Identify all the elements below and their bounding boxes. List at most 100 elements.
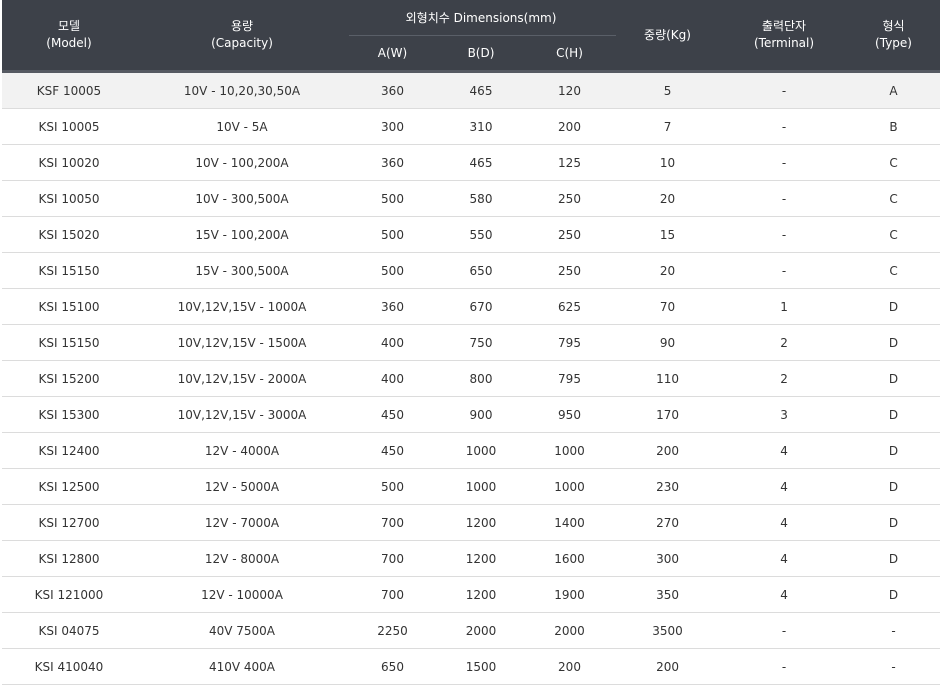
cell-weight: 10 — [614, 144, 722, 181]
cell-weight: 70 — [614, 288, 722, 325]
table-row: KSI 15300 10V,12V,15V - 3000A 450 900 950 170… — [2, 396, 941, 433]
cell-model: KSI 12700 — [2, 504, 136, 541]
cell-dim-c: 1400 — [525, 504, 615, 541]
table-row: KSI 15200 10V,12V,15V - 2000A 400 800 795 110… — [2, 360, 941, 397]
cell-dim-b: 1000 — [437, 468, 525, 505]
spec-table-container: 모델 (Model) 용량 (Capacity) 외형치수 Dimensions… — [2, 0, 941, 685]
cell-capacity: 12V - 8000A — [136, 540, 348, 577]
table-row: KSI 10020 10V - 100,200A 360 465 125 10- C — [2, 144, 941, 181]
cell-type: A — [847, 73, 941, 109]
cell-dim-b: 1000 — [437, 432, 525, 469]
cell-type: D — [847, 396, 941, 433]
cell-type: D — [847, 576, 941, 613]
table-row: KSF 10005 10V - 10,20,30,50A 360 465 120 5- A — [2, 73, 941, 109]
cell-dim-b: 800 — [437, 360, 525, 397]
header-model: 모델 (Model) — [2, 0, 136, 70]
cell-capacity: 10V,12V,15V - 1000A — [136, 288, 348, 325]
cell-dim-c: 625 — [525, 288, 615, 325]
cell-model: KSF 10005 — [2, 73, 136, 109]
cell-dim-b: 900 — [437, 396, 525, 433]
header-terminal: 출력단자 (Terminal) — [721, 0, 848, 70]
cell-terminal: 4 — [721, 540, 848, 577]
cell-type: D — [847, 504, 941, 541]
cell-weight: 3500 — [614, 612, 722, 649]
cell-dim-a: 500 — [348, 468, 437, 505]
cell-type: D — [847, 468, 941, 505]
cell-dim-a: 360 — [348, 73, 437, 109]
header-dim-b: B(D) — [437, 36, 525, 70]
cell-dim-a: 400 — [348, 324, 437, 361]
cell-capacity: 10V - 10,20,30,50A — [136, 73, 348, 109]
cell-dim-c: 200 — [525, 108, 615, 145]
table-body: KSF 10005 10V - 10,20,30,50A 360 465 120 5- A K… — [2, 73, 941, 685]
cell-type: - — [847, 648, 941, 685]
cell-capacity: 12V - 7000A — [136, 504, 348, 541]
cell-type: D — [847, 360, 941, 397]
cell-dim-b: 310 — [437, 108, 525, 145]
cell-weight: 200 — [614, 432, 722, 469]
table-row: KSI 15100 10V,12V,15V - 1000A 360 670 625 70 1… — [2, 288, 941, 325]
cell-terminal: - — [721, 144, 848, 181]
cell-weight: 90 — [614, 324, 722, 361]
cell-capacity: 10V,12V,15V - 1500A — [136, 324, 348, 361]
cell-dim-b: 750 — [437, 324, 525, 361]
header-model-en: (Model) — [46, 36, 92, 50]
cell-terminal: - — [721, 612, 848, 649]
table-row: KSI 121000 12V - 10000A 700 1200 1900 350 4 D — [2, 576, 941, 613]
header-model-ko: 모델 — [57, 19, 81, 33]
cell-dim-c: 1000 — [525, 432, 615, 469]
cell-dim-a: 2250 — [348, 612, 437, 649]
cell-weight: 7 — [614, 108, 722, 145]
cell-weight: 350 — [614, 576, 722, 613]
cell-terminal: 4 — [721, 468, 848, 505]
cell-dim-c: 250 — [525, 216, 615, 253]
table-row: KSI 10050 10V - 300,500A 500 580 250 20- C — [2, 180, 941, 217]
cell-capacity: 40V 7500A — [136, 612, 348, 649]
cell-weight: 300 — [614, 540, 722, 577]
table-row: KSI 15020 15V - 100,200A 500 550 250 15- C — [2, 216, 941, 253]
cell-dim-a: 360 — [348, 288, 437, 325]
header-dim-a: A(W) — [348, 36, 437, 70]
header-dimensions: 외형치수 Dimensions(mm) — [348, 0, 615, 37]
cell-dim-b: 650 — [437, 252, 525, 289]
cell-dim-c: 120 — [525, 73, 615, 109]
cell-dim-c: 250 — [525, 180, 615, 217]
cell-dim-a: 450 — [348, 432, 437, 469]
cell-terminal: 2 — [721, 324, 848, 361]
cell-type: - — [847, 612, 941, 649]
spec-table: 모델 (Model) 용량 (Capacity) 외형치수 Dimensions… — [2, 0, 941, 685]
cell-weight: 110 — [614, 360, 722, 397]
cell-dim-c: 950 — [525, 396, 615, 433]
table-row: KSI 12500 12V - 5000A 500 1000 1000 230 4 D — [2, 468, 941, 505]
cell-type: B — [847, 108, 941, 145]
cell-model: KSI 15300 — [2, 396, 136, 433]
cell-terminal: 4 — [721, 504, 848, 541]
cell-terminal: - — [721, 108, 848, 145]
cell-model: KSI 15020 — [2, 216, 136, 253]
cell-type: C — [847, 252, 941, 289]
cell-dim-b: 1200 — [437, 576, 525, 613]
cell-dim-c: 250 — [525, 252, 615, 289]
cell-terminal: 2 — [721, 360, 848, 397]
cell-capacity: 12V - 10000A — [136, 576, 348, 613]
cell-dim-c: 1900 — [525, 576, 615, 613]
cell-dim-a: 300 — [348, 108, 437, 145]
cell-dim-c: 795 — [525, 360, 615, 397]
cell-weight: 200 — [614, 648, 722, 685]
cell-model: KSI 121000 — [2, 576, 136, 613]
cell-model: KSI 12500 — [2, 468, 136, 505]
cell-terminal: - — [721, 648, 848, 685]
cell-capacity: 15V - 100,200A — [136, 216, 348, 253]
cell-dim-b: 2000 — [437, 612, 525, 649]
cell-model: KSI 12800 — [2, 540, 136, 577]
cell-dim-a: 700 — [348, 540, 437, 577]
cell-dim-b: 465 — [437, 73, 525, 109]
cell-dim-a: 700 — [348, 576, 437, 613]
header-type-en: (Type) — [875, 36, 912, 50]
cell-dim-c: 1600 — [525, 540, 615, 577]
cell-capacity: 410V 400A — [136, 648, 348, 685]
cell-terminal: 4 — [721, 432, 848, 469]
cell-terminal: 1 — [721, 288, 848, 325]
cell-model: KSI 10020 — [2, 144, 136, 181]
header-type: 형식 (Type) — [847, 0, 941, 70]
